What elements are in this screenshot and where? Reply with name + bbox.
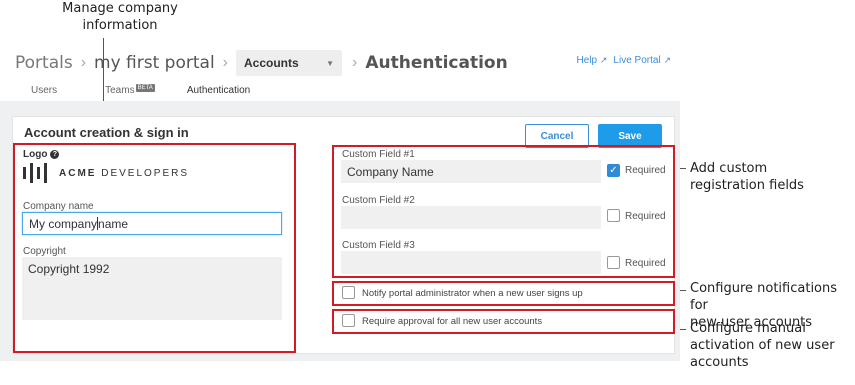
custom-field-2-input[interactable] [341,206,601,229]
chevron-down-icon: ▼ [326,58,334,68]
custom-field-3-label: Custom Field #3 [342,240,415,251]
custom-field-1-label: Custom Field #1 [342,149,415,160]
card-title: Account creation & sign in [24,125,189,140]
section-select[interactable]: Accounts ▼ [236,50,342,76]
annotation-custom-fields: Add custom registration fields [690,161,804,193]
custom-field-3-required-label: Required [625,258,666,269]
live-portal-link[interactable]: Live Portal ↗ [613,55,671,66]
notify-admin-checkbox[interactable] [342,286,355,299]
custom-field-1-required-label: Required [625,165,666,176]
copyright-label: Copyright [23,246,66,257]
help-icon[interactable]: ? [50,150,60,159]
external-link-icon: ↗ [663,55,671,65]
custom-field-2-required-checkbox[interactable] [607,209,620,222]
breadcrumb: Portals › my first portal › Accounts ▼ ›… [15,50,508,76]
external-link-icon: ↗ [599,55,608,65]
company-name-label: Company name [23,201,94,212]
header-links: Help ↗ Live Portal ↗ [577,55,671,66]
company-name-input[interactable]: My company name [22,212,282,235]
breadcrumb-separator: › [80,54,87,71]
section-select-value: Accounts [244,56,299,70]
logo-wordmark: ACME DEVELOPERS [59,167,190,179]
custom-field-2-label: Custom Field #2 [342,195,415,206]
help-link[interactable]: Help ↗ [577,55,608,66]
breadcrumb-current: Authentication [365,53,508,73]
company-logo[interactable]: ACME DEVELOPERS [23,163,189,183]
custom-field-1-required-checkbox[interactable]: ✓ [607,164,620,177]
require-approval-checkbox[interactable] [342,314,355,327]
custom-field-3-required-checkbox[interactable] [607,256,620,269]
breadcrumb-separator: › [222,54,228,71]
beta-badge: BETA [135,84,155,92]
annotation-company-info: Manage company information [62,1,178,33]
custom-field-3-input[interactable] [341,251,601,274]
breadcrumb-separator: › [352,54,358,71]
logo-label: Logo? [23,149,60,160]
breadcrumb-portals[interactable]: Portals [15,53,73,73]
custom-field-2-required-label: Required [625,211,666,222]
copyright-textarea[interactable]: Copyright 1992 [22,257,282,320]
require-approval-label: Require approval for all new user accoun… [362,316,543,327]
annotation-activation: Configure manual activation of new user … [690,321,835,370]
notify-admin-label: Notify portal administrator when a new u… [362,288,583,299]
logo-mark [23,163,47,183]
breadcrumb-portal[interactable]: my first portal [94,53,215,73]
custom-field-1-input[interactable]: Company Name [341,160,601,183]
